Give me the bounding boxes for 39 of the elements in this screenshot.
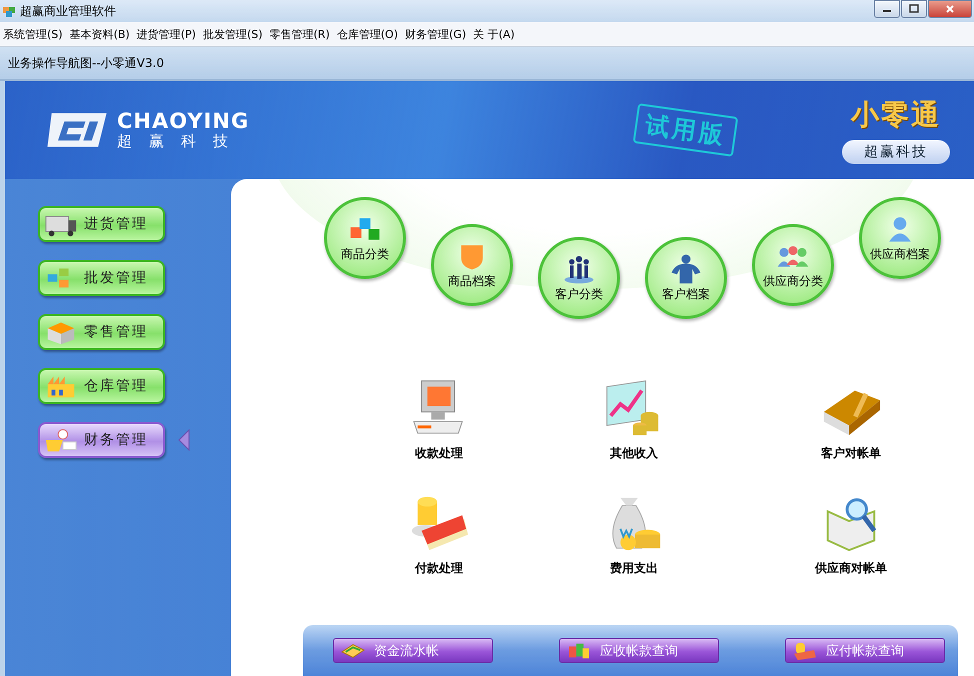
nav-button[interactable]: 零售管理: [38, 314, 165, 350]
close-icon: [945, 4, 955, 14]
minimize-button[interactable]: [874, 0, 900, 18]
menu-item[interactable]: 进货管理(P): [134, 26, 200, 42]
query-button[interactable]: 应付帐款查询: [785, 638, 945, 663]
trial-stamp: 试用版: [632, 103, 738, 157]
menu-item[interactable]: 系统管理(S): [0, 26, 67, 42]
menu-item[interactable]: 基本资料(B): [66, 26, 134, 42]
logo-text: CHAOYING: [117, 110, 250, 132]
nav-button[interactable]: 财务管理: [38, 422, 165, 458]
category-button[interactable]: 供应商分类: [752, 224, 834, 306]
product-name: 小零通: [851, 97, 941, 133]
page-title: 业务操作导航图--小零通V3.0: [8, 54, 164, 72]
close-button[interactable]: [928, 0, 972, 18]
cube-icon: [2, 4, 16, 18]
maximize-button[interactable]: [901, 0, 927, 18]
window-title: 超赢商业管理软件: [20, 2, 116, 20]
pointer-arrow-icon: [178, 429, 190, 451]
maximize-icon: [909, 4, 919, 14]
menu-item[interactable]: 批发管理(S): [200, 26, 267, 42]
blocks-icon: [566, 640, 592, 660]
action-button[interactable]: 供应商对帐单: [749, 492, 953, 577]
company-label: 超赢科技: [842, 140, 950, 164]
nav-button[interactable]: 批发管理: [38, 260, 165, 296]
action-button[interactable]: 费用支出: [519, 492, 749, 577]
query-button[interactable]: 应收帐款查询: [559, 638, 719, 663]
action-button[interactable]: 客户对帐单: [749, 377, 953, 462]
menu-item[interactable]: 财务管理(G): [402, 26, 470, 42]
query-button[interactable]: 资金流水帐: [333, 638, 493, 663]
category-button[interactable]: 供应商档案: [859, 197, 941, 279]
action-button[interactable]: 其他收入: [519, 377, 749, 462]
menu-item[interactable]: 关 于(A): [470, 26, 519, 42]
menu-item[interactable]: 零售管理(R): [266, 26, 334, 42]
nav-button[interactable]: 进货管理: [38, 206, 165, 242]
action-button[interactable]: 收款处理: [359, 377, 519, 462]
action-button[interactable]: 付款处理: [359, 492, 519, 577]
nav-button[interactable]: 仓库管理: [38, 368, 165, 404]
menu-item[interactable]: 仓库管理(O): [334, 26, 402, 42]
logo-subtitle: 超赢科技: [117, 132, 246, 150]
